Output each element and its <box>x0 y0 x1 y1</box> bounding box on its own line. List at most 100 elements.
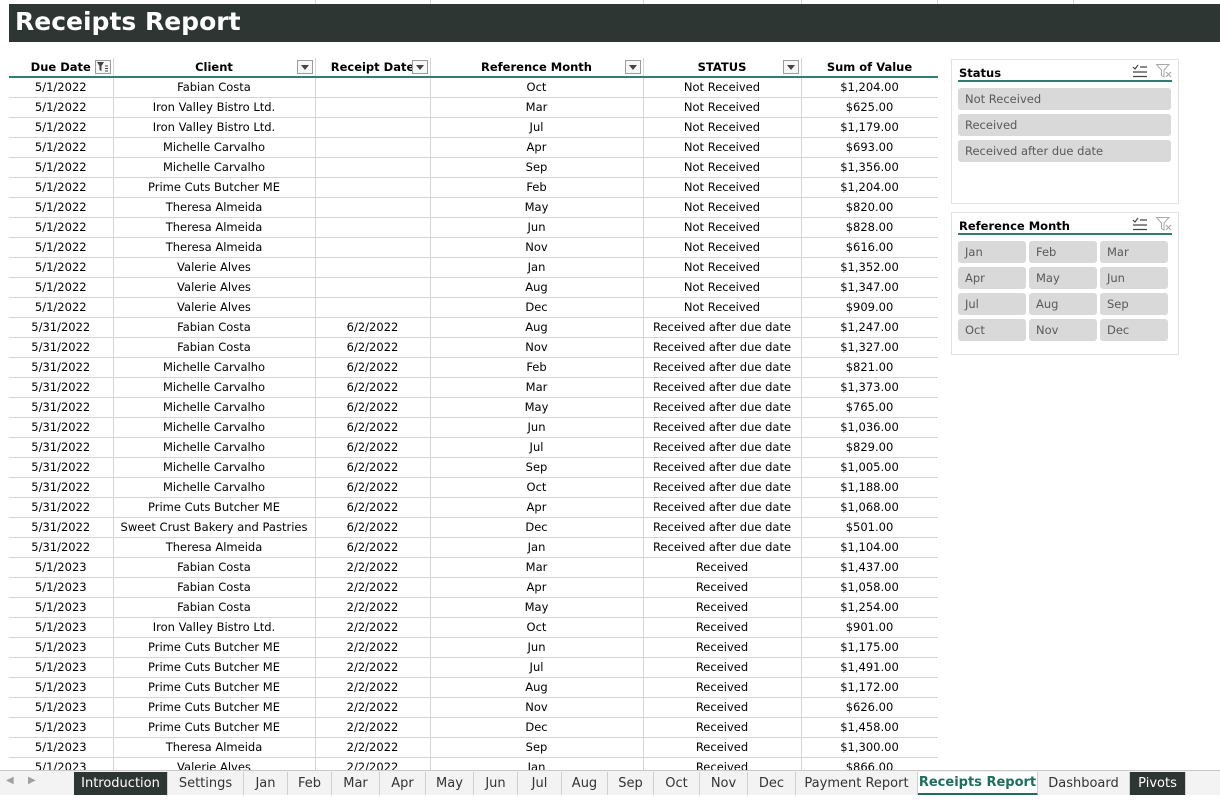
table-cell[interactable]: Dec <box>430 517 644 538</box>
table-cell[interactable] <box>315 217 431 238</box>
table-cell[interactable]: 5/1/2023 <box>9 557 114 578</box>
table-cell[interactable]: Received <box>643 577 802 598</box>
table-cell[interactable]: 6/2/2022 <box>315 537 431 558</box>
clear-filter-icon[interactable] <box>1156 64 1172 78</box>
slicer-button-month[interactable]: May <box>1029 267 1097 289</box>
slicer-button-month[interactable]: Jan <box>958 241 1026 263</box>
table-cell[interactable]: Fabian Costa <box>113 577 316 598</box>
table-cell[interactable]: Received <box>643 737 802 758</box>
table-cell[interactable]: $1,327.00 <box>801 337 938 358</box>
table-cell[interactable]: Not Received <box>643 197 802 218</box>
table-cell[interactable]: Fabian Costa <box>113 597 316 618</box>
table-cell[interactable]: Aug <box>430 677 644 698</box>
slicer-button-month[interactable]: Feb <box>1029 241 1097 263</box>
slicer-button-month[interactable]: Jul <box>958 293 1026 315</box>
table-cell[interactable]: Prime Cuts Butcher ME <box>113 497 316 518</box>
table-cell[interactable]: 5/31/2022 <box>9 377 114 398</box>
table-cell[interactable]: $829.00 <box>801 437 938 458</box>
table-cell[interactable]: 5/31/2022 <box>9 457 114 478</box>
table-cell[interactable]: Jul <box>430 117 644 138</box>
table-cell[interactable]: Received after due date <box>643 377 802 398</box>
table-cell[interactable]: Fabian Costa <box>113 557 316 578</box>
table-cell[interactable]: Received after due date <box>643 317 802 338</box>
multi-select-icon[interactable] <box>1132 217 1148 231</box>
table-cell[interactable]: May <box>430 597 644 618</box>
table-cell[interactable]: Received after due date <box>643 337 802 358</box>
table-cell[interactable]: 5/1/2023 <box>9 677 114 698</box>
table-cell[interactable]: Michelle Carvalho <box>113 457 316 478</box>
table-cell[interactable]: 5/1/2023 <box>9 617 114 638</box>
sheet-tab[interactable]: Apr <box>380 772 426 795</box>
table-cell[interactable]: $828.00 <box>801 217 938 238</box>
table-cell[interactable]: 6/2/2022 <box>315 357 431 378</box>
table-cell[interactable]: Aug <box>430 277 644 298</box>
table-cell[interactable]: Received <box>643 657 802 678</box>
table-cell[interactable]: 5/31/2022 <box>9 337 114 358</box>
table-cell[interactable]: Valerie Alves <box>113 257 316 278</box>
slicer-button-status[interactable]: Received after due date <box>958 140 1171 162</box>
table-cell[interactable]: 2/2/2022 <box>315 717 431 738</box>
table-cell[interactable]: 2/2/2022 <box>315 737 431 758</box>
table-cell[interactable]: Not Received <box>643 297 802 318</box>
table-cell[interactable]: Dec <box>430 717 644 738</box>
table-cell[interactable]: $1,104.00 <box>801 537 938 558</box>
table-cell[interactable]: Not Received <box>643 177 802 198</box>
sheet-tab[interactable]: Feb <box>288 772 332 795</box>
table-cell[interactable] <box>315 77 431 98</box>
table-cell[interactable]: 5/1/2022 <box>9 297 114 318</box>
sheet-tab[interactable]: Dashboard <box>1038 772 1130 795</box>
table-cell[interactable]: Theresa Almeida <box>113 537 316 558</box>
table-cell[interactable]: Fabian Costa <box>113 77 316 98</box>
table-cell[interactable]: $1,373.00 <box>801 377 938 398</box>
table-cell[interactable]: $1,179.00 <box>801 117 938 138</box>
slicer-button-status[interactable]: Received <box>958 114 1171 136</box>
table-cell[interactable]: Oct <box>430 477 644 498</box>
table-cell[interactable]: Prime Cuts Butcher ME <box>113 637 316 658</box>
table-cell[interactable]: 6/2/2022 <box>315 397 431 418</box>
slicer-button-month[interactable]: Oct <box>958 319 1026 341</box>
sheet-tab[interactable]: Jul <box>518 772 562 795</box>
table-cell[interactable] <box>315 137 431 158</box>
table-cell[interactable]: $901.00 <box>801 617 938 638</box>
table-cell[interactable]: Iron Valley Bistro Ltd. <box>113 617 316 638</box>
table-cell[interactable]: Iron Valley Bistro Ltd. <box>113 117 316 138</box>
table-cell[interactable]: 5/31/2022 <box>9 437 114 458</box>
sheet-tab[interactable]: Oct <box>654 772 700 795</box>
table-cell[interactable]: $821.00 <box>801 357 938 378</box>
table-cell[interactable]: $1,247.00 <box>801 317 938 338</box>
table-cell[interactable]: Received after due date <box>643 397 802 418</box>
sheet-tab[interactable]: Jan <box>244 772 288 795</box>
table-cell[interactable]: Fabian Costa <box>113 317 316 338</box>
table-cell[interactable]: Michelle Carvalho <box>113 437 316 458</box>
table-cell[interactable]: Aug <box>430 317 644 338</box>
table-cell[interactable]: Not Received <box>643 117 802 138</box>
slicer-button-month[interactable]: Mar <box>1100 241 1168 263</box>
table-cell[interactable]: 2/2/2022 <box>315 657 431 678</box>
table-cell[interactable]: Sep <box>430 457 644 478</box>
table-cell[interactable] <box>315 237 431 258</box>
table-cell[interactable]: Michelle Carvalho <box>113 377 316 398</box>
table-cell[interactable]: 5/1/2022 <box>9 157 114 178</box>
table-cell[interactable]: $1,068.00 <box>801 497 938 518</box>
table-cell[interactable]: $866.00 <box>801 757 938 770</box>
table-cell[interactable]: Received after due date <box>643 417 802 438</box>
table-cell[interactable]: Jun <box>430 217 644 238</box>
table-cell[interactable]: Not Received <box>643 137 802 158</box>
table-cell[interactable]: Prime Cuts Butcher ME <box>113 697 316 718</box>
sheet-tab[interactable]: Pivots <box>1130 772 1186 795</box>
table-cell[interactable]: Mar <box>430 97 644 118</box>
table-cell[interactable]: Mar <box>430 557 644 578</box>
table-cell[interactable]: $625.00 <box>801 97 938 118</box>
table-cell[interactable]: 5/1/2023 <box>9 757 114 770</box>
table-cell[interactable]: Sep <box>430 157 644 178</box>
table-cell[interactable]: 5/31/2022 <box>9 397 114 418</box>
table-cell[interactable]: Valerie Alves <box>113 277 316 298</box>
table-cell[interactable]: 5/1/2022 <box>9 237 114 258</box>
table-cell[interactable]: 5/1/2022 <box>9 97 114 118</box>
table-cell[interactable]: 5/1/2023 <box>9 737 114 758</box>
table-cell[interactable]: Received <box>643 717 802 738</box>
table-cell[interactable]: Dec <box>430 297 644 318</box>
table-cell[interactable]: Feb <box>430 357 644 378</box>
table-cell[interactable]: Michelle Carvalho <box>113 417 316 438</box>
table-cell[interactable]: Received after due date <box>643 357 802 378</box>
